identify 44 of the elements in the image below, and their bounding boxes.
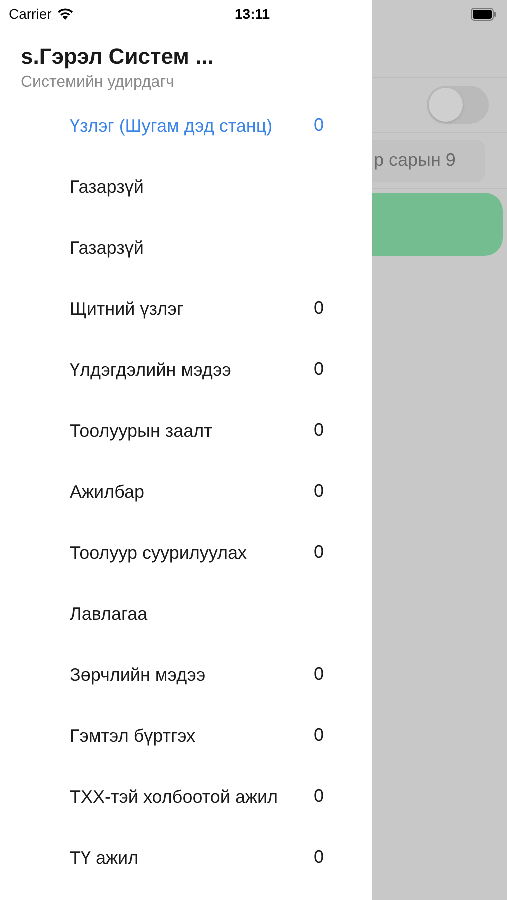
menu-item-label: ТҮ ажил <box>70 846 140 870</box>
menu-item-count: 0 <box>314 785 324 808</box>
menu-item-label: Газарзүй <box>70 236 145 260</box>
user-role: Системийн удирдагч <box>21 73 176 93</box>
menu-item[interactable]: Зөрчлийн мэдээ 0 <box>0 644 372 705</box>
menu-item[interactable]: Үзлэг (Шугам дэд станц) 0 <box>0 95 372 156</box>
menu-item-label: Щитний үзлэг <box>70 298 185 321</box>
menu-item-label: Зөрчлийн мэдээ <box>70 664 207 687</box>
menu-item-count: 0 <box>314 358 324 381</box>
menu-item-label: Тоолуур суурилуулах <box>70 542 248 565</box>
menu-item-label: Газарзүй <box>70 176 145 199</box>
carrier-label: Carrier <box>9 4 52 24</box>
menu-item-count: 0 <box>314 419 324 442</box>
menu-item[interactable]: Тоолуур суурилуулах 0 <box>0 522 372 583</box>
menu-item-count: 0 <box>314 663 324 686</box>
submit-button[interactable] <box>372 193 503 256</box>
menu-item-count: 0 <box>314 724 324 747</box>
menu-item[interactable]: Газарзүй <box>0 217 372 278</box>
battery-icon <box>471 8 497 21</box>
menu-item-count: 0 <box>314 297 324 320</box>
menu-item-count: 0 <box>314 846 324 869</box>
menu-item[interactable]: Щитний үзлэг 0 <box>0 278 372 339</box>
menu-item-label: Ажилбар <box>70 480 146 504</box>
menu-item-count: 0 <box>314 480 324 503</box>
menu-item-label: Гэмтэл бүртгэх <box>70 724 197 748</box>
menu-item[interactable]: Ажилбар 0 <box>0 461 372 522</box>
menu-item-label: Лавлагаа <box>70 602 149 626</box>
time-label: 13:11 <box>235 4 270 24</box>
menu-item-count: 0 <box>314 541 324 564</box>
menu-item[interactable]: Гэмтэл бүртгэх 0 <box>0 705 372 766</box>
menu-item[interactable]: Үлдэгдэлийн мэдээ 0 <box>0 339 372 400</box>
toggle-switch[interactable] <box>427 86 489 124</box>
user-name: s.Гэрэл Систем ... <box>21 43 215 71</box>
menu-item[interactable]: ТҮ ажил 0 <box>0 827 372 888</box>
menu-item[interactable]: Тоолуурын заалт 0 <box>0 400 372 461</box>
menu-item[interactable]: Газарзүй <box>0 156 372 217</box>
menu-item-label: Үзлэг (Шугам дэд станц) <box>70 114 274 138</box>
menu-item[interactable]: Лавлагаа <box>0 583 372 644</box>
menu-item-count: 0 <box>314 114 324 137</box>
menu-item-label: Үлдэгдэлийн мэдээ <box>70 358 232 382</box>
wifi-icon <box>56 8 74 20</box>
menu-item-label: ТХХ-тэй холбоотой ажил <box>70 786 280 808</box>
menu-item-label: Тоолуурын заалт <box>70 420 214 443</box>
menu-item[interactable]: ТХХ-тэй холбоотой ажил 0 <box>0 766 372 827</box>
